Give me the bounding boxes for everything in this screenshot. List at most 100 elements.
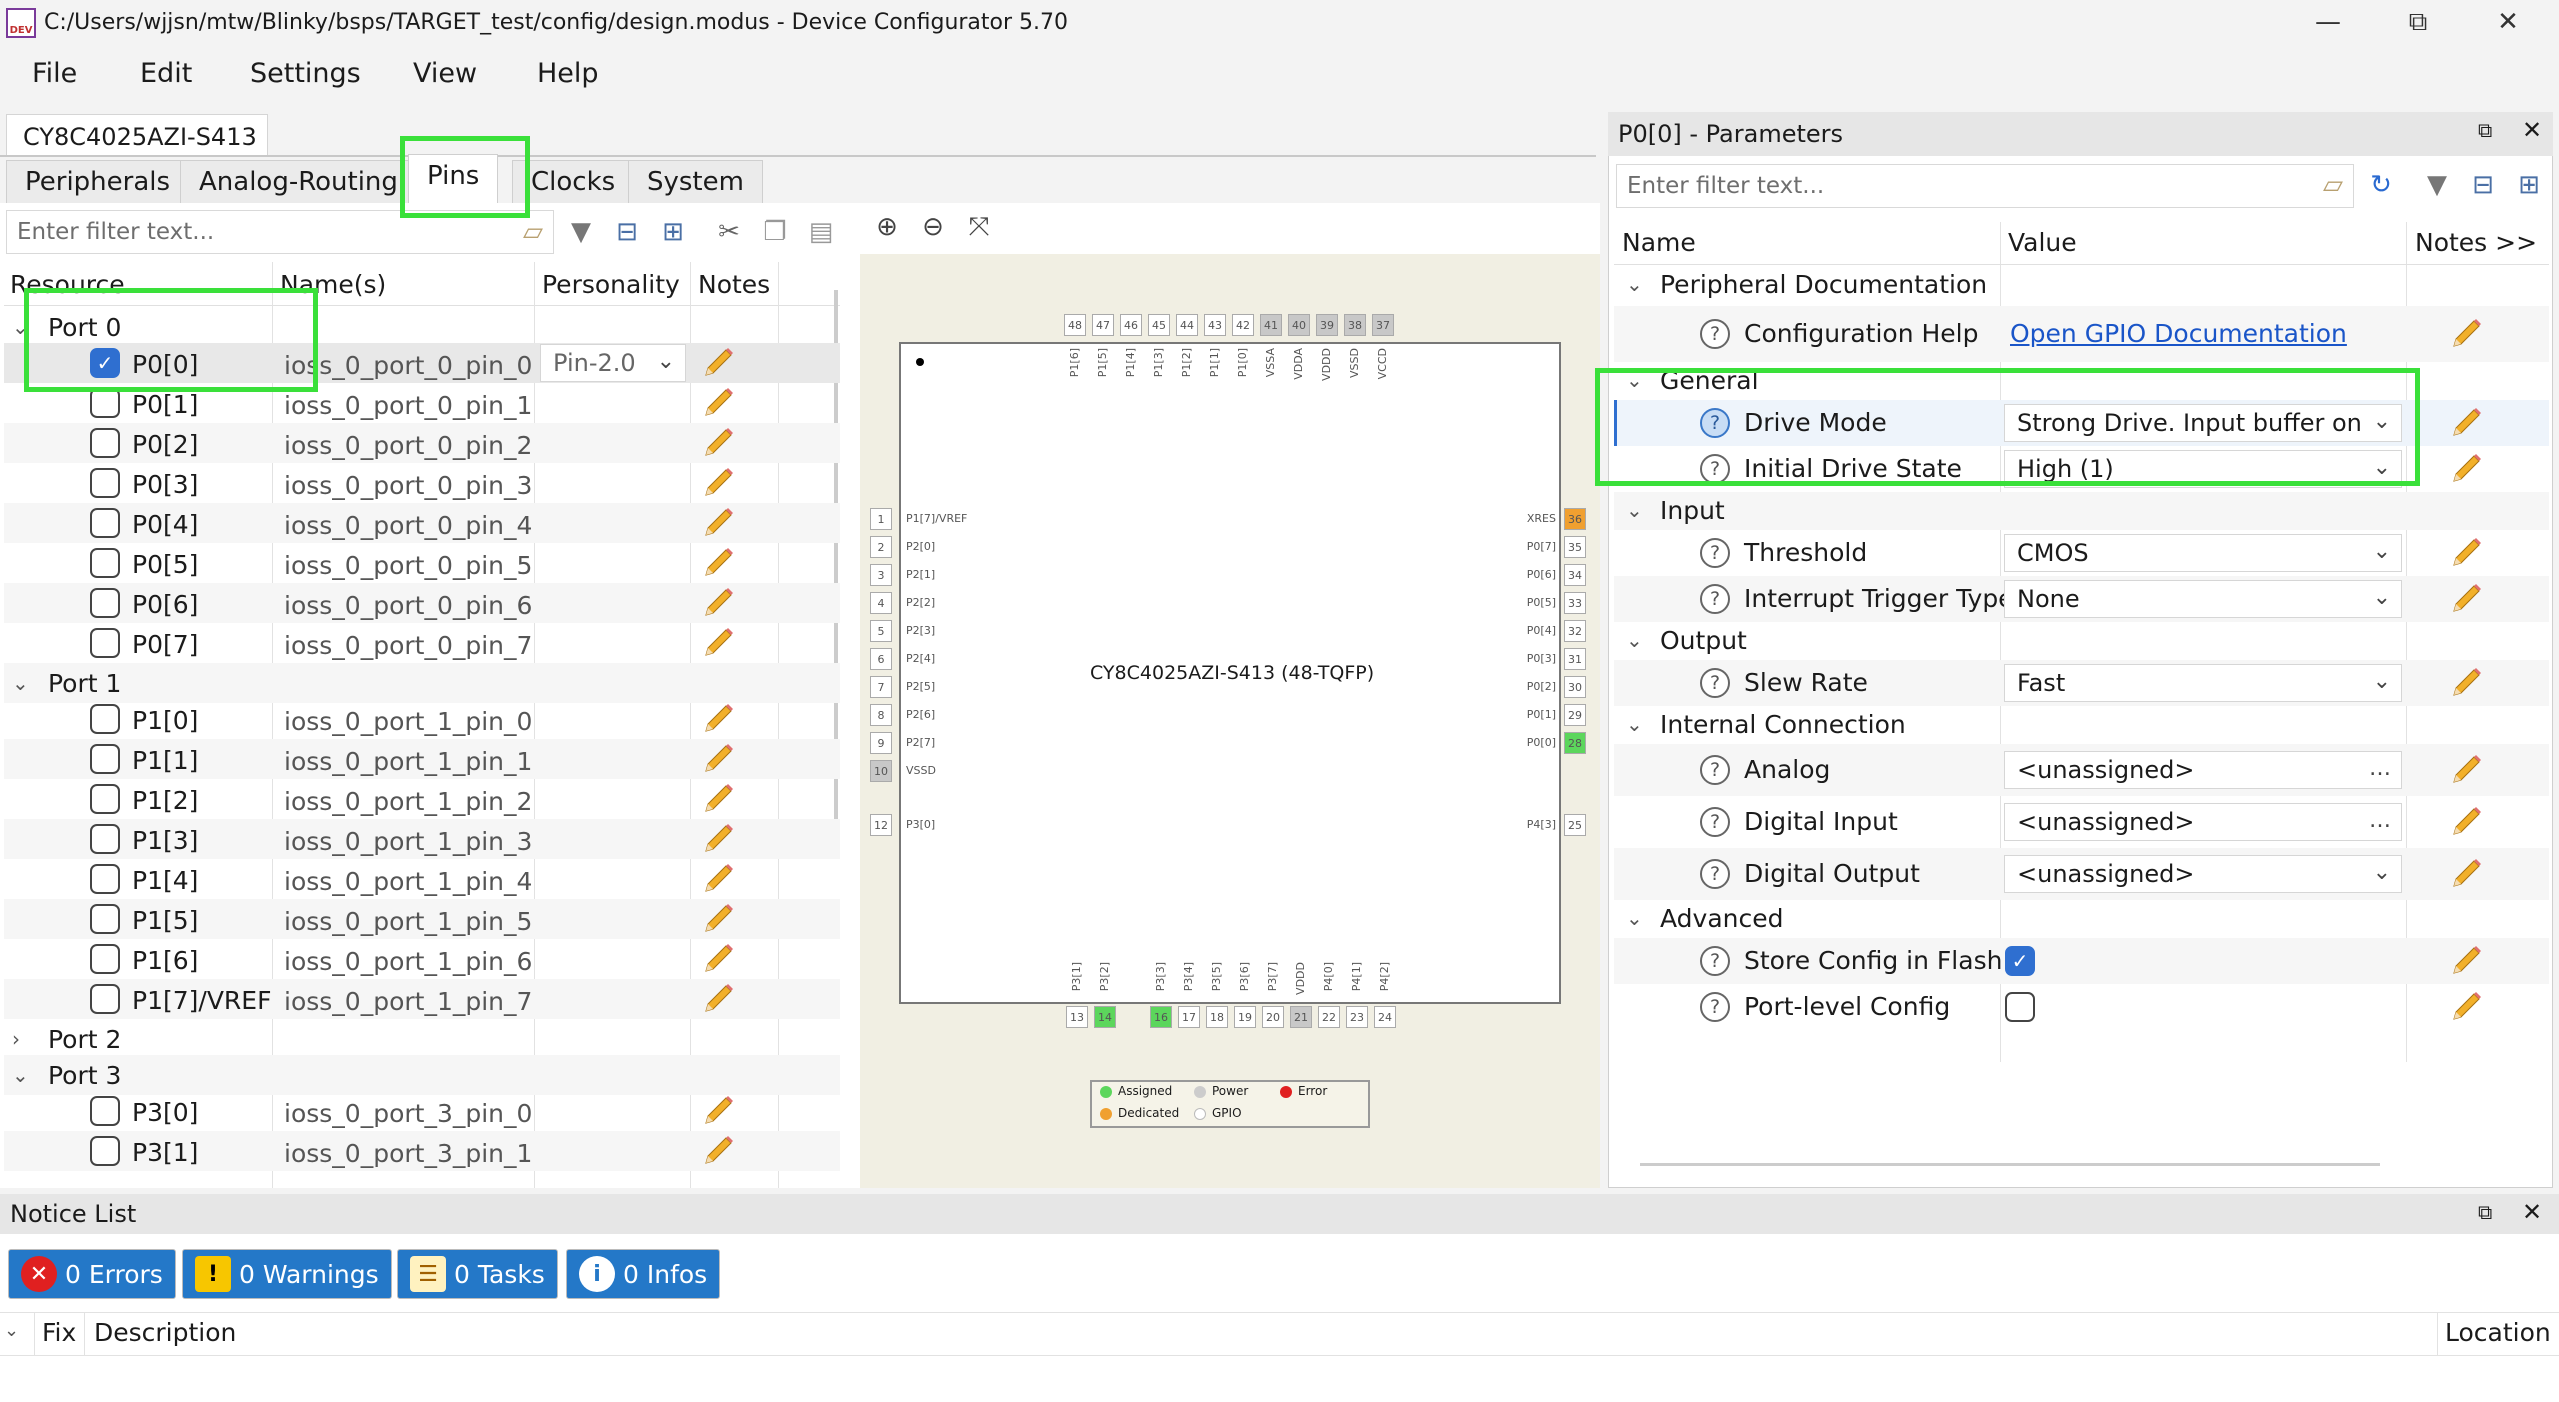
cut-icon[interactable]: ✂ (712, 215, 746, 249)
chevron-down-icon[interactable]: ⌄ (1626, 906, 1643, 930)
chip-pin-30[interactable]: 30 (1564, 676, 1586, 698)
param-header-name[interactable]: Name (1622, 228, 1696, 257)
edit-notes-pencil-icon[interactable] (2448, 316, 2488, 352)
help-icon[interactable]: ? (1700, 319, 1730, 349)
pin-checkbox[interactable] (90, 744, 120, 774)
pin-checkbox[interactable] (90, 468, 120, 498)
param-group-row[interactable] (1614, 622, 2549, 660)
pin-checkbox[interactable] (90, 824, 120, 854)
edit-notes-pencil-icon[interactable] (700, 545, 740, 581)
chip-pin-35[interactable]: 35 (1564, 536, 1586, 558)
chip-pin-13[interactable]: 13 (1066, 1006, 1088, 1028)
help-icon[interactable]: ? (1700, 807, 1730, 837)
paste-icon[interactable]: ▤ (804, 215, 838, 249)
edit-notes-pencil-icon[interactable] (700, 345, 740, 381)
pin-checkbox[interactable] (90, 508, 120, 538)
chevron-down-icon[interactable]: ⌄ (1626, 498, 1643, 522)
edit-notes-pencil-icon[interactable] (700, 981, 740, 1017)
chip-pin-18[interactable]: 18 (1206, 1006, 1228, 1028)
pin-checkbox[interactable] (90, 548, 120, 578)
chip-pin-40[interactable]: 40 (1288, 314, 1310, 336)
chip-pin-7[interactable]: 7 (870, 676, 892, 698)
tree-port-row[interactable] (4, 663, 840, 703)
chevron-down-icon[interactable]: ⌄ (12, 671, 29, 695)
chevron-down-icon[interactable]: ⌄ (1626, 272, 1643, 296)
notice-header-location[interactable]: Location (2445, 1318, 2551, 1347)
edit-notes-pencil-icon[interactable] (700, 781, 740, 817)
tree-port-row[interactable] (4, 1055, 840, 1095)
edit-notes-pencil-icon[interactable] (700, 1133, 740, 1169)
chip-pin-17[interactable]: 17 (1178, 1006, 1200, 1028)
edit-notes-pencil-icon[interactable] (700, 425, 740, 461)
chip-pin-24[interactable]: 24 (1374, 1006, 1396, 1028)
edit-notes-pencil-icon[interactable] (700, 941, 740, 977)
pin-checkbox[interactable] (90, 1136, 120, 1166)
chip-pin-42[interactable]: 42 (1232, 314, 1254, 336)
collapse-all-icon[interactable]: ⊟ (610, 215, 644, 249)
chevron-down-icon[interactable]: ⌄ (1626, 628, 1643, 652)
zoom-out-icon[interactable]: ⊖ (916, 210, 950, 244)
chip-pin-9[interactable]: 9 (870, 732, 892, 754)
chip-pin-46[interactable]: 46 (1120, 314, 1142, 336)
help-icon[interactable]: ? (1700, 538, 1730, 568)
help-icon[interactable]: ? (1700, 668, 1730, 698)
edit-notes-pencil-icon[interactable] (700, 1093, 740, 1129)
infos-button[interactable]: i 0 Infos (566, 1249, 721, 1299)
clear-filter-icon[interactable]: ▱ (2316, 168, 2350, 202)
help-icon[interactable]: ? (1700, 584, 1730, 614)
header-personality[interactable]: Personality (542, 270, 680, 299)
pin-checkbox[interactable] (90, 984, 120, 1014)
chip-pin-38[interactable]: 38 (1344, 314, 1366, 336)
chip-pin-10[interactable]: 10 (870, 760, 892, 782)
param-value-dropdown[interactable]: <unassigned>… (2004, 803, 2402, 841)
close-button[interactable]: ✕ (2478, 4, 2538, 40)
gpio-documentation-link[interactable]: Open GPIO Documentation (2010, 319, 2347, 348)
menu-file[interactable]: File (32, 58, 77, 89)
menu-help[interactable]: Help (537, 58, 599, 89)
param-value-dropdown[interactable]: <unassigned>… (2004, 751, 2402, 789)
tab-analog-routing[interactable]: Analog-Routing (180, 160, 417, 204)
tab-peripherals[interactable]: Peripherals (6, 160, 190, 204)
pin-checkbox[interactable] (90, 428, 120, 458)
menu-view[interactable]: View (413, 58, 477, 89)
tasks-button[interactable]: ☰ 0 Tasks (397, 1249, 558, 1299)
header-notes[interactable]: Notes (698, 270, 770, 299)
edit-notes-pencil-icon[interactable] (2448, 804, 2488, 840)
help-icon[interactable]: ? (1700, 946, 1730, 976)
edit-notes-pencil-icon[interactable] (2448, 581, 2488, 617)
edit-notes-pencil-icon[interactable] (2448, 943, 2488, 979)
float-panel-icon[interactable]: ⧉ (2478, 1200, 2492, 1224)
minimize-button[interactable]: — (2298, 4, 2358, 40)
chip-pin-3[interactable]: 3 (870, 564, 892, 586)
pin-checkbox[interactable] (90, 588, 120, 618)
personality-dropdown[interactable]: Pin-2.0 ⌄ (540, 344, 686, 382)
help-icon[interactable]: ? (1700, 755, 1730, 785)
param-value-dropdown[interactable]: CMOS ⌄ (2004, 534, 2402, 572)
device-tab[interactable]: CY8C4025AZI-S413 (6, 114, 268, 156)
chevron-down-icon[interactable]: ⌄ (1626, 712, 1643, 736)
params-hscrollbar[interactable] (1640, 1163, 2380, 1166)
chip-pin-2[interactable]: 2 (870, 536, 892, 558)
chevron-right-icon[interactable]: › (12, 1027, 20, 1051)
help-icon[interactable]: ? (1700, 859, 1730, 889)
chip-pin-43[interactable]: 43 (1204, 314, 1226, 336)
chip-pin-28[interactable]: 28 (1564, 732, 1586, 754)
tab-system[interactable]: System (628, 160, 763, 204)
edit-notes-pencil-icon[interactable] (2448, 405, 2488, 441)
edit-notes-pencil-icon[interactable] (700, 505, 740, 541)
notice-header-fix[interactable]: Fix (42, 1318, 76, 1347)
tree-port-row[interactable] (4, 1019, 840, 1059)
chip-pin-39[interactable]: 39 (1316, 314, 1338, 336)
expand-all-icon[interactable]: ⊞ (2512, 168, 2546, 202)
edit-notes-pencil-icon[interactable] (700, 385, 740, 421)
close-panel-icon[interactable]: ✕ (2522, 116, 2542, 144)
filter-icon[interactable]: ▼ (2420, 168, 2454, 202)
edit-notes-pencil-icon[interactable] (700, 901, 740, 937)
chip-pin-33[interactable]: 33 (1564, 592, 1586, 614)
chip-pin-23[interactable]: 23 (1346, 1006, 1368, 1028)
pin-checkbox[interactable] (90, 1096, 120, 1126)
pin-checkbox[interactable] (90, 904, 120, 934)
param-header-notes[interactable]: Notes >> (2415, 228, 2537, 257)
notice-header-description[interactable]: Description (94, 1318, 236, 1347)
errors-button[interactable]: ✕ 0 Errors (8, 1249, 176, 1299)
